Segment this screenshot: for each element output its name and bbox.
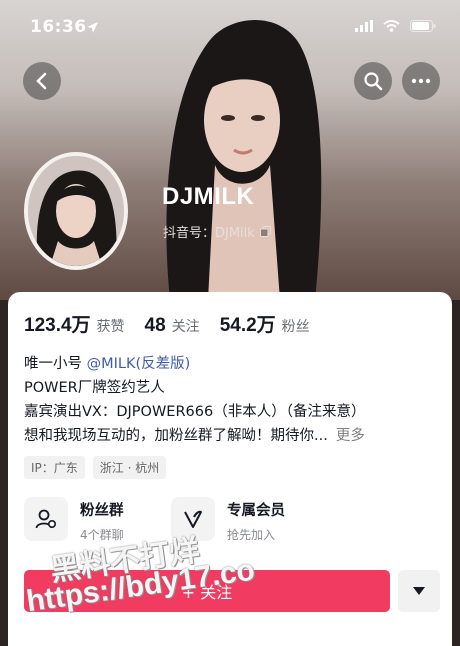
stat-value: 54.2万: [219, 315, 276, 336]
fans-group-entry[interactable]: 粉丝群 4个群聊: [24, 497, 124, 543]
more-link[interactable]: 更多: [336, 428, 365, 444]
city-tag[interactable]: 浙江 · 杭州: [92, 456, 167, 479]
fans-group-title: 粉丝群: [80, 503, 124, 519]
bio-line: 想和我现场互动的，加粉丝群了解呦！期待你... 更多: [24, 424, 444, 448]
wifi-icon: [383, 20, 400, 32]
tag-list: IP：广东 浙江 · 杭州: [24, 456, 167, 479]
bio-text: 想和我现场互动的，加粉丝群了解呦！期待你...: [24, 428, 328, 444]
membership-entry[interactable]: 专属会员 抢先加入: [171, 497, 285, 543]
douyin-id[interactable]: 抖音号：DJMilk: [163, 222, 271, 241]
fans-group-icon-box: [24, 497, 68, 541]
bio-line: 嘉宾演出VX：DJPOWER666（非本人）（备注来意）: [24, 404, 366, 420]
bio-text: 唯一小号: [24, 356, 87, 372]
stat-value: 123.4万: [24, 315, 91, 336]
bio: 唯一小号 @MILK(反差版) POWER厂牌签约艺人 嘉宾演出VX：DJPOW…: [24, 352, 444, 448]
status-time: 16:36: [30, 17, 87, 37]
stat-label: 粉丝: [281, 319, 310, 335]
status-bar: 16:36: [0, 0, 460, 50]
group-icon: [35, 509, 57, 529]
fans-group-subtitle: 4个群聊: [80, 528, 124, 542]
copy-icon[interactable]: [259, 226, 271, 237]
fans-group-text: 粉丝群 4个群聊: [80, 497, 124, 543]
stats-row: 123.4万 获赞 48 关注 54.2万 粉丝: [24, 310, 330, 337]
profile-card: 123.4万 获赞 48 关注 54.2万 粉丝 唯一小号 @MILK(反差版)…: [8, 292, 452, 646]
recommend-dropdown-button[interactable]: [398, 570, 440, 612]
signal-icon: [355, 20, 373, 32]
location-arrow-icon: [87, 22, 98, 33]
stat-following[interactable]: 48 关注: [145, 315, 200, 337]
battery-icon: [410, 20, 436, 32]
stat-followers[interactable]: 54.2万 粉丝: [220, 310, 310, 337]
stat-value: 48: [144, 315, 166, 336]
search-icon: [364, 72, 383, 91]
profile-header: 16:36 DJMILK 抖音号：DJMilk: [0, 0, 460, 300]
stat-label: 获赞: [96, 319, 125, 335]
membership-title: 专属会员: [227, 503, 285, 519]
back-button[interactable]: [23, 62, 61, 100]
bio-line: 唯一小号 @MILK(反差版): [24, 352, 444, 376]
vip-v-icon: [184, 510, 202, 528]
membership-text: 专属会员 抢先加入: [227, 497, 285, 543]
bio-line: POWER厂牌签约艺人: [24, 380, 165, 396]
status-indicators: [355, 20, 436, 32]
triangle-down-icon: [413, 587, 425, 595]
nickname: DJMILK: [162, 183, 255, 210]
membership-icon-box: [171, 497, 215, 541]
more-button[interactable]: [402, 62, 440, 100]
avatar[interactable]: [24, 152, 128, 270]
mention-link[interactable]: @MILK(反差版): [87, 356, 191, 372]
stat-label: 关注: [171, 319, 200, 335]
chevron-left-icon: [36, 72, 47, 90]
search-button[interactable]: [354, 62, 392, 100]
avatar-photo: [28, 156, 124, 266]
stat-likes[interactable]: 123.4万 获赞: [24, 310, 125, 337]
more-dots-icon: [411, 78, 431, 84]
douyin-id-text: 抖音号：DJMilk: [163, 226, 255, 241]
ip-location-tag: IP：广东: [24, 456, 85, 479]
follow-button[interactable]: + 关注: [24, 570, 390, 612]
membership-subtitle: 抢先加入: [227, 528, 276, 542]
